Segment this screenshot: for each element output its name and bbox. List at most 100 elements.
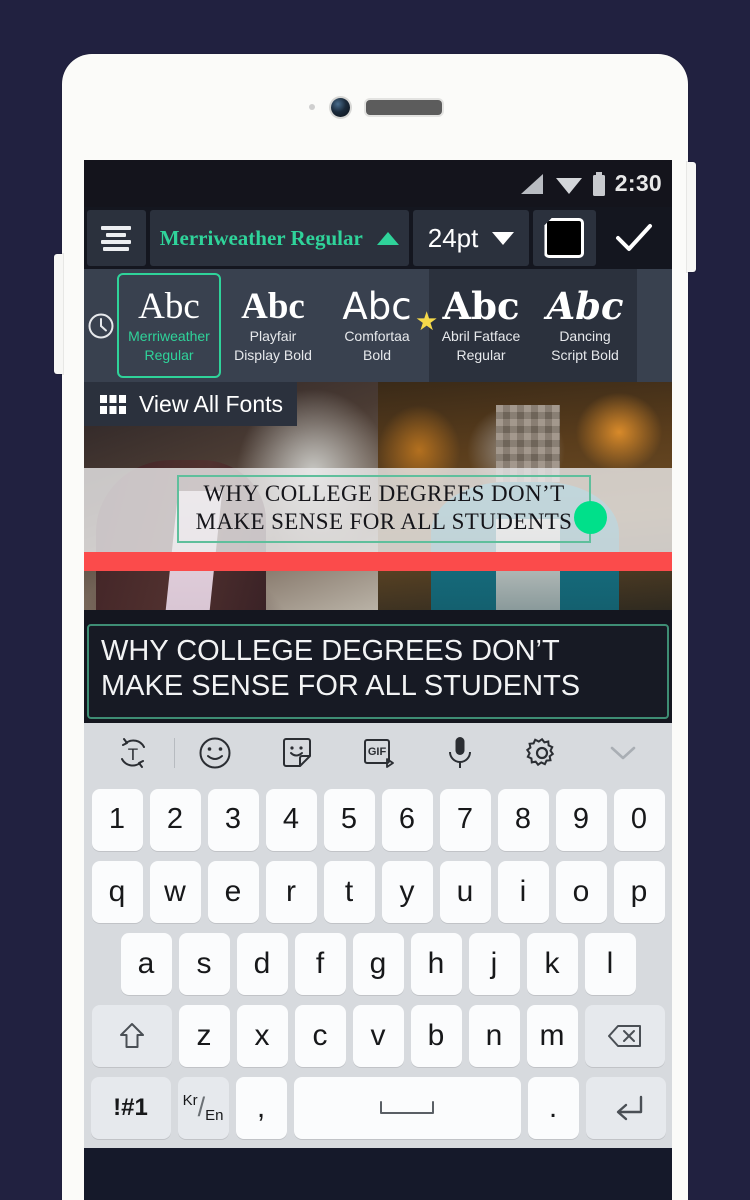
font-option-label-line2: Display Bold [234,347,312,363]
resize-handle-dot[interactable] [574,501,607,534]
recent-fonts-button[interactable] [84,269,117,382]
font-carousel[interactable]: Abc Merriweather Regular Abc Playfair Di… [84,269,672,382]
text-color-button[interactable] [533,210,596,266]
key-s[interactable]: s [178,932,230,995]
keyboard-settings-button[interactable] [501,736,583,770]
font-option-label-line2: Bold [362,347,392,363]
key-1[interactable]: 1 [91,788,143,851]
key-t[interactable]: t [323,860,375,923]
key-l[interactable]: l [584,932,636,995]
design-canvas-preview[interactable]: WHY COLLEGE DEGREES DON’T MAKE SENSE FOR… [84,382,672,610]
backspace-key[interactable] [584,1004,665,1067]
key-r[interactable]: r [265,860,317,923]
language-switch-key[interactable]: Kr / En [177,1076,229,1139]
key-0[interactable]: 0 [613,788,665,851]
key-5[interactable]: 5 [323,788,375,851]
key-7[interactable]: 7 [439,788,491,851]
microphone-button[interactable] [419,735,501,771]
font-size-label: 24pt [427,222,479,253]
canvas-title-textbox[interactable]: WHY COLLEGE DEGREES DON’T MAKE SENSE FOR… [177,475,591,544]
hide-keyboard-button[interactable] [582,742,664,764]
key-j[interactable]: j [468,932,520,995]
key-6[interactable]: 6 [381,788,433,851]
font-option-playfair[interactable]: Abc Playfair Display Bold [221,269,325,382]
key-u[interactable]: u [439,860,491,923]
key-g[interactable]: g [352,932,404,995]
svg-text:GIF: GIF [367,746,386,758]
key-k[interactable]: k [526,932,578,995]
key-a[interactable]: a [120,932,172,995]
key-8[interactable]: 8 [497,788,549,851]
key-f[interactable]: f [294,932,346,995]
status-bar-clock: 2:30 [614,170,662,196]
font-sample-text: Abc [241,285,305,327]
sticker-button[interactable] [256,737,338,769]
key-m[interactable]: m [526,1004,578,1067]
accent-bar [84,552,672,571]
font-option-dancing-script[interactable]: Abc Dancing Script Bold [533,269,637,382]
emoji-button[interactable] [175,736,257,770]
key-c[interactable]: c [294,1004,346,1067]
language-key-kr: Kr [182,1092,198,1110]
font-size-button[interactable]: 24pt [412,210,530,266]
key-h[interactable]: h [410,932,462,995]
emoji-icon [199,737,231,769]
key-q[interactable]: q [91,860,143,923]
key-i[interactable]: i [497,860,549,923]
enter-key[interactable] [585,1076,666,1139]
canvas-title-line1: WHY COLLEGE DEGREES DON’T [203,481,565,506]
clock-icon [88,313,113,338]
font-option-label-line2: Regular [144,347,194,363]
text-align-icon [101,226,132,251]
phone-left-side-button[interactable] [54,254,63,374]
key-w[interactable]: w [149,860,201,923]
font-option-comfortaa[interactable]: Abc Comfortaa Bold [325,269,429,382]
backspace-icon [607,1024,641,1047]
key-y[interactable]: y [381,860,433,923]
space-key[interactable] [293,1076,521,1139]
battery-icon [592,171,605,196]
font-sample-text: Abc [342,284,412,328]
key-z[interactable]: z [178,1004,230,1067]
key-9[interactable]: 9 [555,788,607,851]
keyboard-row-bottom-letters: z x c v b n m [84,1000,672,1072]
gif-button[interactable]: GIF [338,737,420,769]
confirm-button[interactable] [600,210,669,266]
font-family-button[interactable]: Merriweather Regular [149,210,409,266]
view-all-fonts-button[interactable]: View All Fonts [84,382,297,426]
text-editor-area: WHY COLLEGE DEGREES DON’T MAKE SENSE FOR… [84,610,672,723]
text-rotate-icon: T [120,738,145,769]
key-x[interactable]: x [236,1004,288,1067]
status-bar: 2:30 [84,160,672,207]
period-key[interactable]: . [527,1076,579,1139]
key-3[interactable]: 3 [207,788,259,851]
enter-icon [616,1095,642,1120]
caret-down-icon [492,231,515,245]
shift-key[interactable] [91,1004,172,1067]
key-n[interactable]: n [468,1004,520,1067]
symbols-key[interactable]: !#1 [90,1076,171,1139]
text-align-button[interactable] [87,210,146,266]
font-option-label-line2: Script Bold [551,347,619,363]
shift-icon [119,1022,144,1048]
key-4[interactable]: 4 [265,788,317,851]
key-v[interactable]: v [352,1004,404,1067]
text-input-field[interactable]: WHY COLLEGE DEGREES DON’T MAKE SENSE FOR… [87,624,669,719]
comma-key[interactable]: , [235,1076,287,1139]
font-option-label-line1: Comfortaa [344,327,410,344]
phone-right-side-button[interactable] [687,162,696,272]
key-o[interactable]: o [555,860,607,923]
editor-line2: MAKE SENSE FOR ALL STUDENTS [101,670,581,703]
text-rotate-button[interactable]: T [92,735,174,771]
microphone-icon [449,737,472,769]
font-option-abril-fatface[interactable]: ★ Abc Abril Fatface Regular [415,269,533,382]
key-b[interactable]: b [410,1004,462,1067]
font-option-merriweather[interactable]: Abc Merriweather Regular [117,273,221,378]
key-2[interactable]: 2 [149,788,201,851]
key-p[interactable]: p [613,860,665,923]
proximity-sensor-icon [308,104,315,110]
key-d[interactable]: d [236,932,288,995]
font-sample-text: Abc [442,283,520,328]
key-e[interactable]: e [207,860,259,923]
font-family-label: Merriweather Regular [159,225,363,250]
